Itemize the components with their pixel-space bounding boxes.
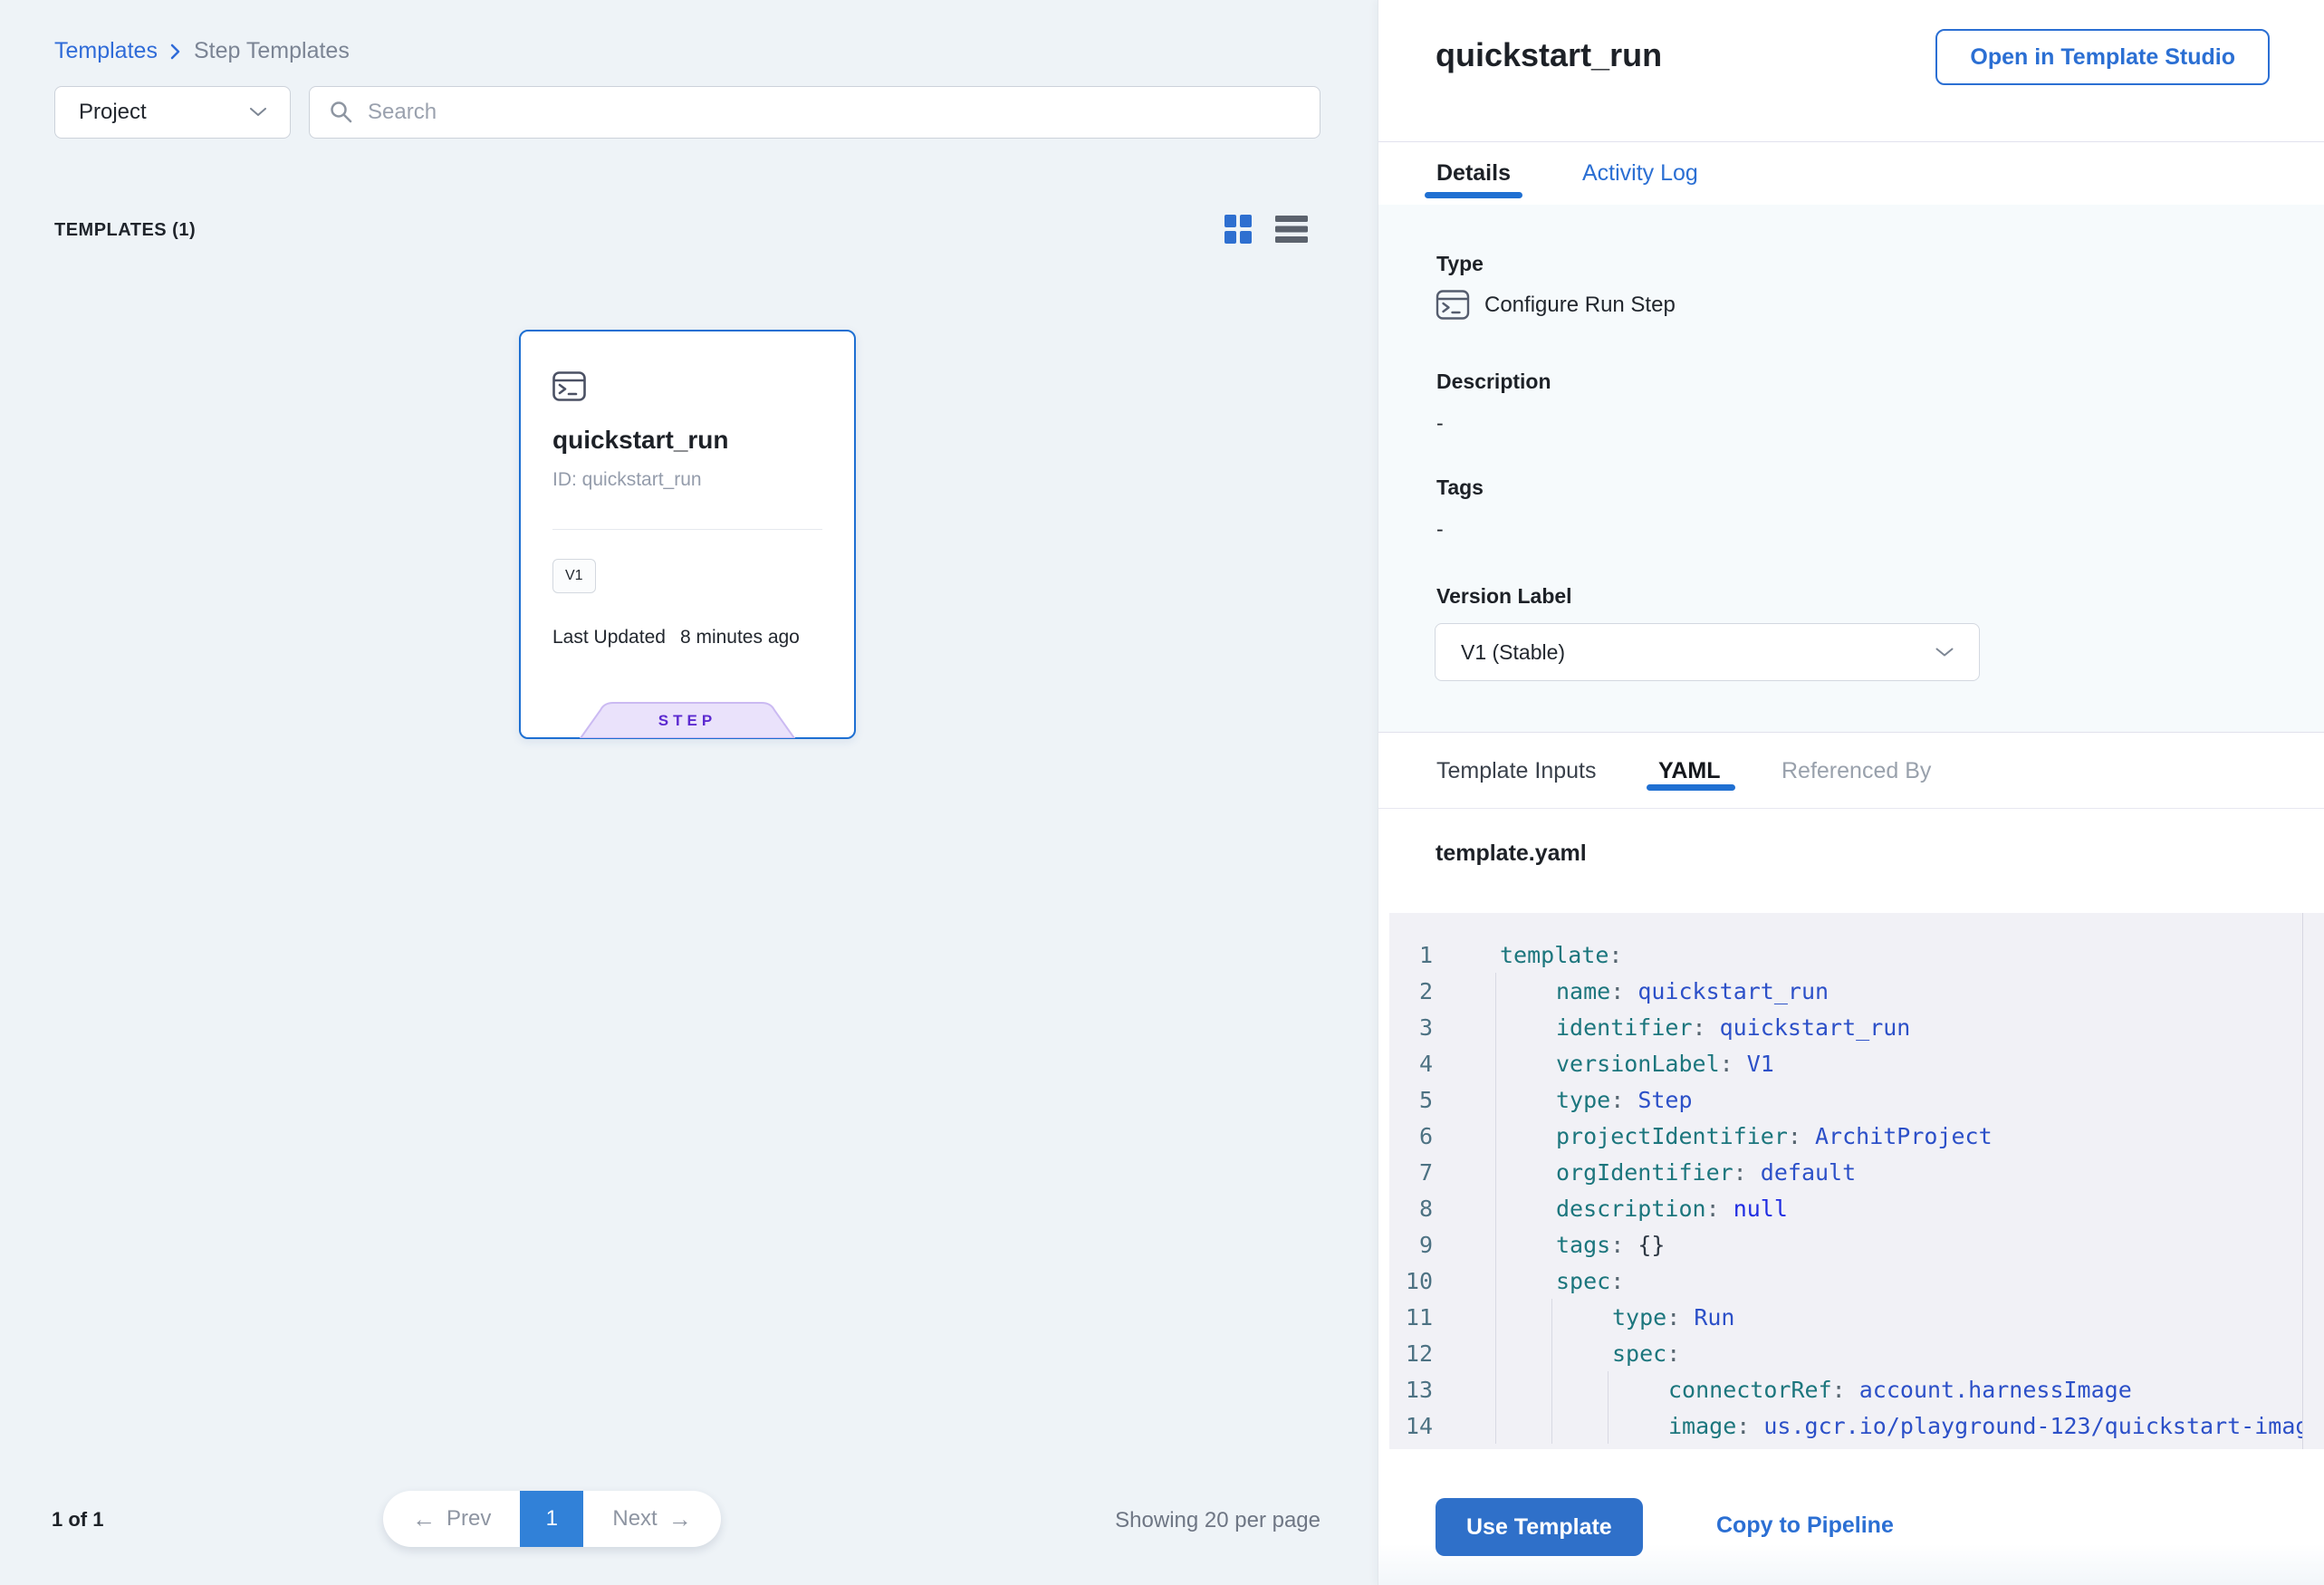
yaml-line: 9tags: {} [1389,1226,2324,1263]
search-input[interactable] [368,100,1300,125]
chevron-right-icon [170,43,181,60]
yaml-line: 8description: null [1389,1190,2324,1226]
active-tab-indicator [1425,192,1522,198]
yaml-line: 5type: Step [1389,1081,2324,1118]
prev-label: Prev [447,1506,491,1532]
pagination: ← Prev 1 Next → [383,1491,721,1547]
chevron-down-icon [1935,648,1954,658]
templates-page: Templates Step Templates Project TEMPLAT… [0,0,2324,1585]
description-label: Description [1436,370,1551,394]
scope-dropdown[interactable]: Project [54,86,291,139]
filter-row: Project [54,86,1320,139]
view-toggle [1224,215,1308,244]
run-step-terminal-icon-small [1436,290,1470,320]
yaml-line: 2name: quickstart_run [1389,973,2324,1009]
card-id: ID: quickstart_run [552,469,702,491]
breadcrumb: Templates Step Templates [54,38,350,64]
list-view-icon[interactable] [1275,215,1308,244]
yaml-line: 4versionLabel: V1 [1389,1045,2324,1081]
last-updated-label: Last Updated [552,627,666,648]
tags-value: - [1436,517,1444,542]
grid-view-icon[interactable] [1224,215,1252,244]
yaml-subtabs: Template Inputs YAML Referenced By [1378,733,2324,808]
card-last-updated: Last Updated 8 minutes ago [552,627,800,648]
search-box [309,86,1320,139]
tab-template-inputs[interactable]: Template Inputs [1436,758,1597,784]
copy-to-pipeline-link[interactable]: Copy to Pipeline [1716,1513,1894,1539]
version-dropdown-value: V1 (Stable) [1461,640,1565,665]
open-template-studio-button[interactable]: Open in Template Studio [1935,29,2270,85]
run-step-terminal-icon [552,371,586,401]
type-value: Configure Run Step [1484,293,1676,318]
next-page-button[interactable]: Next → [583,1491,720,1547]
version-badge: V1 [552,559,596,593]
yaml-line: 1template: [1389,937,2324,973]
tab-referenced-by[interactable]: Referenced By [1781,758,1931,784]
tab-details[interactable]: Details [1436,160,1511,187]
step-type-banner: STEP [580,702,795,738]
page-count: 1 of 1 [52,1508,103,1532]
per-page-text: Showing 20 per page [1065,1508,1320,1533]
templates-list-pane: Templates Step Templates Project TEMPLAT… [0,0,1378,1585]
version-dropdown[interactable]: V1 (Stable) [1435,623,1980,681]
breadcrumb-current: Step Templates [194,38,350,64]
template-details-panel: quickstart_run Open in Template Studio D… [1378,0,2324,1585]
subtabs-bottom-divider [1378,808,2324,809]
yaml-line: 11type: Run [1389,1299,2324,1335]
breadcrumb-templates-link[interactable]: Templates [54,38,158,64]
yaml-line: 12spec: [1389,1335,2324,1371]
code-scrollbar[interactable] [2302,913,2324,1449]
type-label: Type [1436,252,1484,276]
yaml-line: 7orgIdentifier: default [1389,1154,2324,1190]
card-divider [552,529,822,530]
yaml-code-lines: 1template:2name: quickstart_run3identifi… [1389,937,2324,1444]
card-title: quickstart_run [552,426,729,455]
last-updated-value: 8 minutes ago [680,627,800,648]
yaml-line: 14image: us.gcr.io/playground-123/quicks… [1389,1407,2324,1444]
template-card[interactable]: quickstart_run ID: quickstart_run V1 Las… [519,330,856,739]
description-value: - [1436,411,1444,436]
next-label: Next [612,1506,657,1532]
scope-dropdown-value: Project [79,100,147,125]
yaml-line: 10spec: [1389,1263,2324,1299]
version-label: Version Label [1436,584,1572,609]
arrow-left-icon: ← [412,1507,436,1531]
step-banner-label: STEP [580,712,795,730]
arrow-right-icon: → [668,1507,692,1531]
tab-activity-log[interactable]: Activity Log [1582,160,1698,187]
page-1-button[interactable]: 1 [520,1491,583,1547]
yaml-file-name: template.yaml [1436,841,1587,867]
yaml-line: 13connectorRef: account.harnessImage [1389,1371,2324,1407]
active-subtab-indicator [1647,784,1735,791]
type-value-row: Configure Run Step [1436,290,1676,320]
chevron-down-icon [250,108,266,117]
tags-label: Tags [1436,476,1484,500]
tab-yaml[interactable]: YAML [1658,758,1721,784]
yaml-line: 6projectIdentifier: ArchitProject [1389,1118,2324,1154]
panel-title: quickstart_run [1436,36,1662,74]
yaml-code-viewer: 1template:2name: quickstart_run3identifi… [1389,913,2324,1449]
prev-page-button[interactable]: ← Prev [383,1491,520,1547]
panel-footer: Use Template Copy to Pipeline [1378,1449,2324,1585]
yaml-line: 3identifier: quickstart_run [1389,1009,2324,1045]
details-body: Type Configure Run Step Description - Ta… [1378,205,2324,732]
use-template-button[interactable]: Use Template [1436,1498,1643,1556]
templates-count-heading: TEMPLATES (1) [54,220,196,241]
search-icon [330,101,353,124]
